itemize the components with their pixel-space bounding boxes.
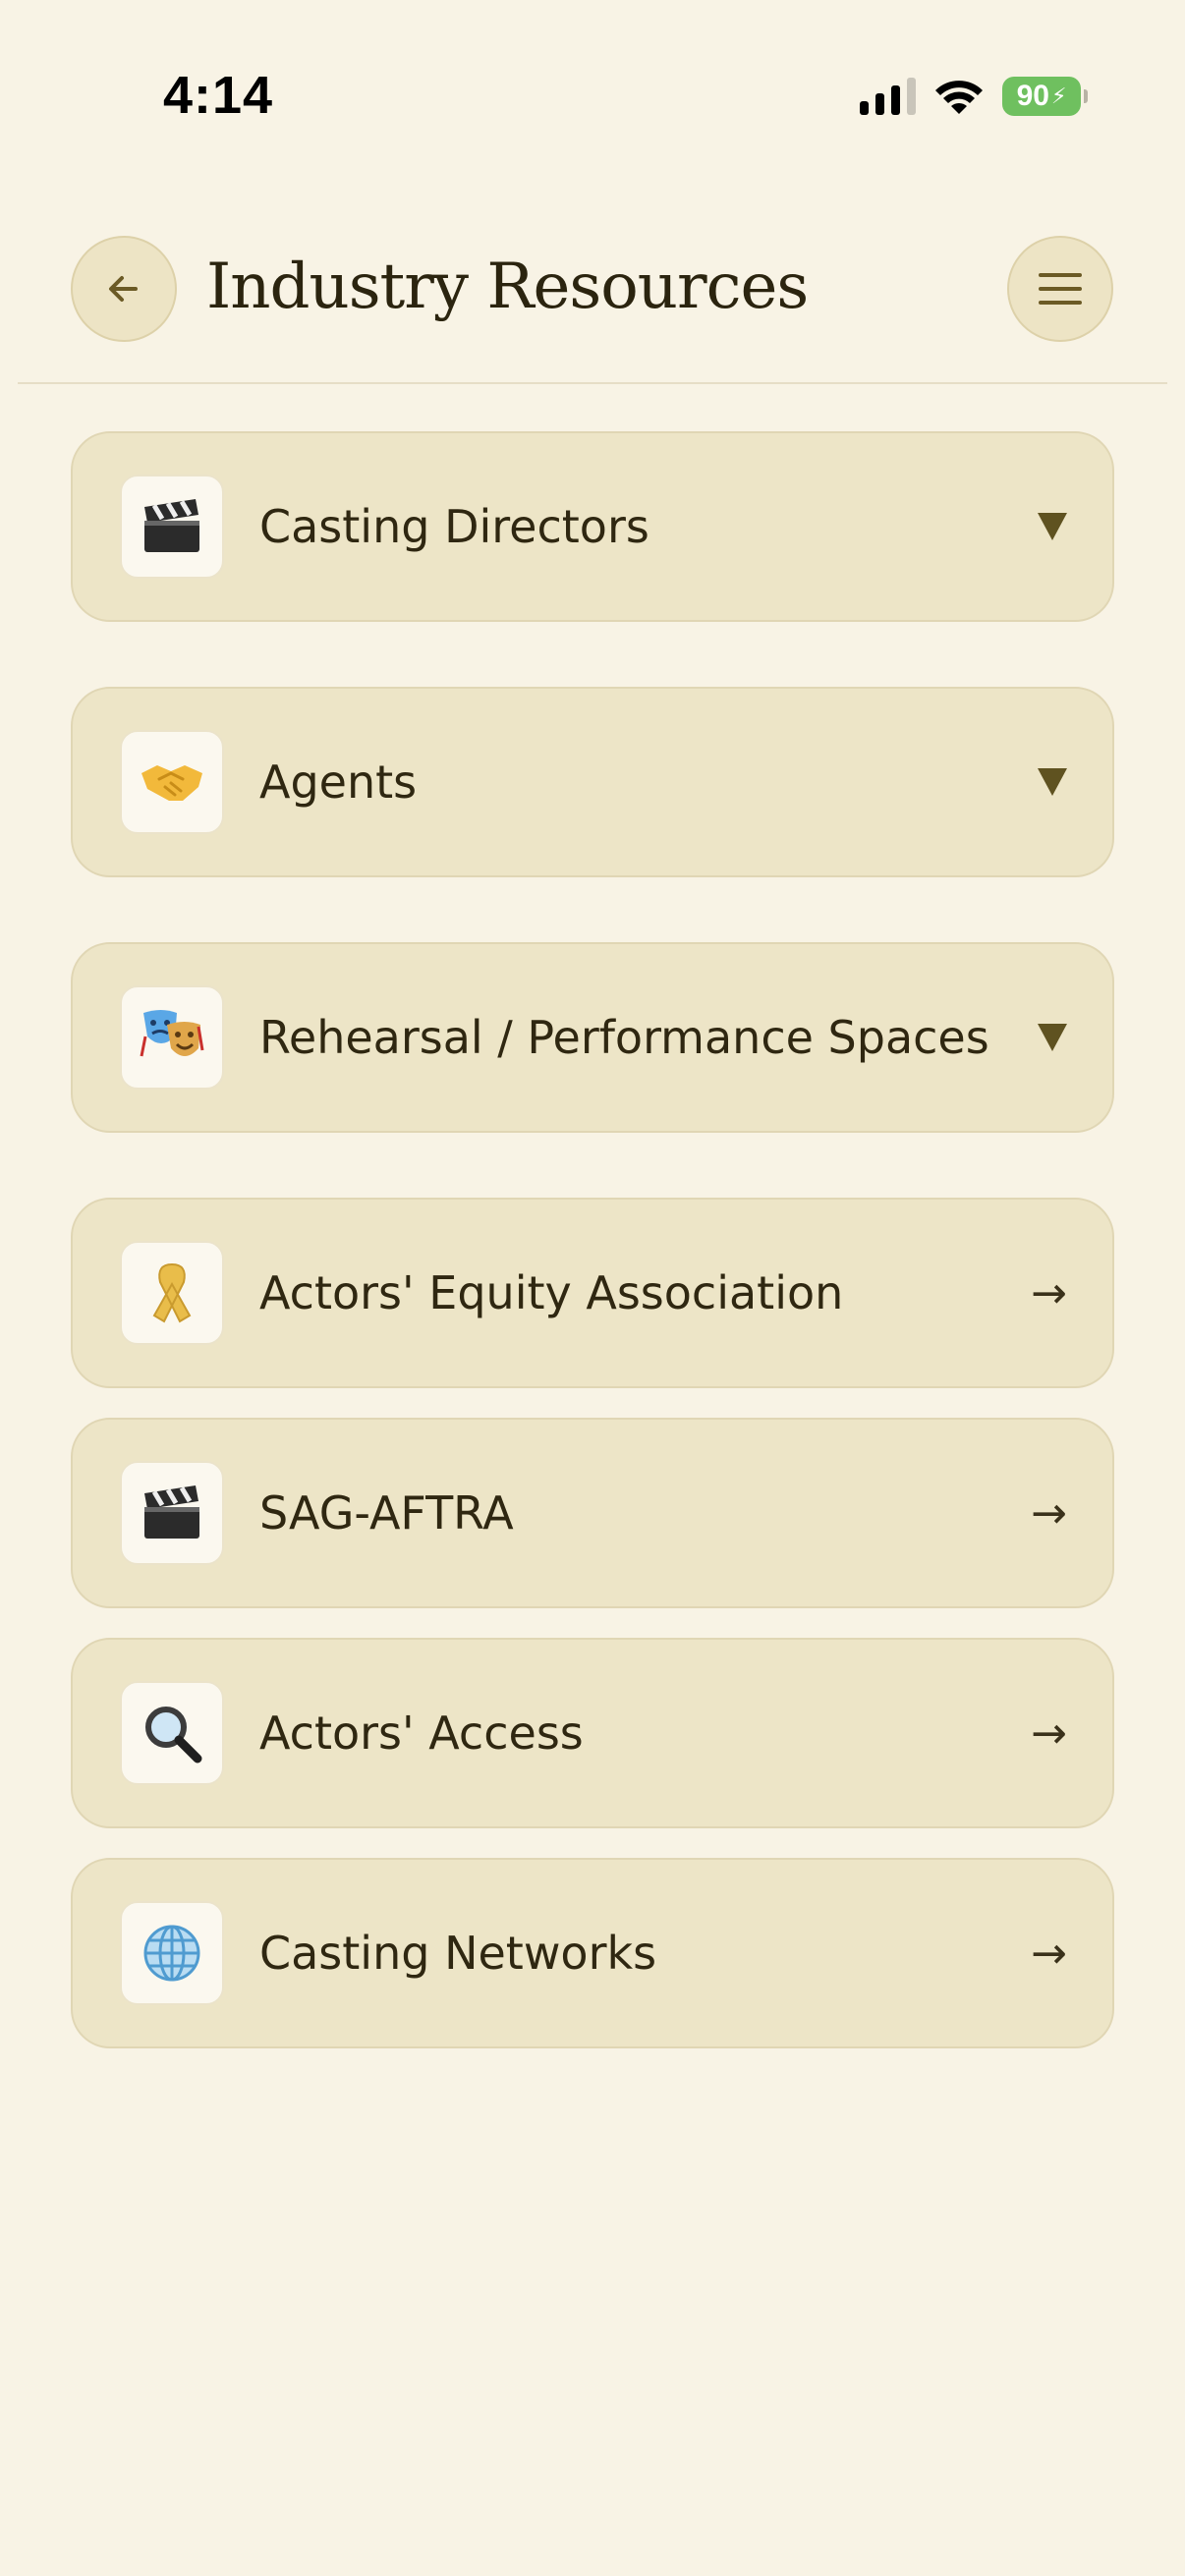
header-divider [18,382,1167,384]
magnifying-glass-icon [120,1681,224,1785]
resource-label: Actors' Access [259,1707,584,1760]
resource-label: Agents [259,756,418,809]
status-time: 4:14 [163,66,274,125]
header: Industry Resources [0,234,1185,383]
cellular-signal-icon [860,78,916,115]
resource-card-sag-aftra[interactable]: SAG-AFTRA → [71,1418,1114,1608]
resource-card-casting-directors[interactable]: Casting Directors [71,431,1114,622]
status-icons: 90 ⚡ [860,71,1088,122]
wifi-icon [933,77,985,116]
battery-level: 90 [1016,80,1049,112]
back-button[interactable] [71,236,177,342]
arrow-right-icon: → [1031,1487,1067,1539]
charging-bolt-icon: ⚡ [1050,84,1067,109]
menu-button[interactable] [1007,236,1113,342]
resource-label: Actors' Equity Association [259,1266,844,1319]
resource-card-casting-networks[interactable]: Casting Networks → [71,1858,1114,2048]
ribbon-icon [120,1241,224,1345]
expand-triangle-icon [1038,944,1067,1131]
resource-label: Casting Directors [259,500,649,553]
arrow-right-icon: → [1031,1267,1067,1318]
resource-label: SAG-AFTRA [259,1486,514,1540]
resource-card-actors-access[interactable]: Actors' Access → [71,1638,1114,1828]
expand-triangle-icon [1038,433,1067,620]
handshake-icon [120,730,224,834]
hamburger-menu-icon [1039,273,1082,305]
resource-card-rehearsal-spaces[interactable]: Rehearsal / Performance Spaces [71,942,1114,1133]
resource-label: Casting Networks [259,1927,657,1980]
status-bar: 4:14 90 ⚡ [0,0,1185,196]
resource-card-agents[interactable]: Agents [71,687,1114,877]
resource-label: Rehearsal / Performance Spaces [259,1011,989,1064]
arrow-right-icon: → [1031,1928,1067,1979]
page-title: Industry Resources [206,251,809,323]
arrow-right-icon: → [1031,1708,1067,1759]
industry-resources-screen: 4:14 90 ⚡ Industry Resources Casting Dir… [0,0,1185,2576]
arrow-left-icon [109,276,138,302]
expand-triangle-icon [1038,689,1067,875]
clapper-board-icon [120,475,224,579]
clapper-board-icon [120,1461,224,1565]
battery-icon: 90 ⚡ [1002,77,1088,116]
globe-icon [120,1901,224,2005]
resource-card-actors-equity[interactable]: Actors' Equity Association → [71,1198,1114,1388]
theater-masks-icon [120,985,224,1090]
